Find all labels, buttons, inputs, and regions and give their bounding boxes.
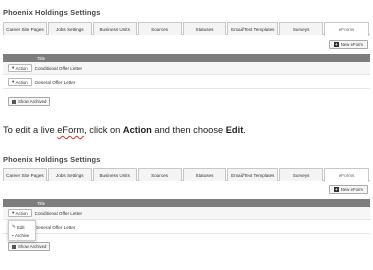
plus-icon: + (333, 42, 339, 47)
tab-eforms[interactable]: eForms (324, 168, 369, 182)
instruction-prefix: To edit a live (3, 125, 58, 135)
tab-business-units[interactable]: Business Units (92, 168, 137, 181)
menu-item-edit[interactable]: ✎ Edit (12, 223, 32, 231)
tab-business-units[interactable]: Business Units (92, 22, 137, 35)
instruction-and-then: and then choose (151, 125, 226, 135)
row-title: General Offer Letter (34, 224, 76, 230)
action-button[interactable]: ▾ Action (8, 64, 32, 72)
action-label: Action (15, 65, 28, 71)
new-eform-button[interactable]: + New eForm (328, 40, 368, 49)
row-title: Conditional Offer Letter (34, 65, 83, 71)
show-archived-label: Show Archived (18, 244, 47, 249)
archive-icon (12, 244, 16, 249)
instruction-end: . (243, 125, 246, 135)
chevron-down-icon: ▾ (12, 210, 15, 215)
chevron-down-icon: ▾ (12, 79, 15, 84)
archive-icon (12, 99, 16, 104)
table-row: ▾ Action Conditional Offer Letter (3, 207, 370, 220)
table-row: ▾ Action General Offer Letter (3, 221, 370, 234)
action-button[interactable]: ▾ Action (8, 209, 32, 217)
row-title: General Offer Letter (34, 79, 76, 85)
instruction-text: To edit a live eForm, click on Action an… (3, 125, 371, 135)
chevron-down-icon: ▾ (12, 65, 15, 70)
tab-jobs-settings[interactable]: Jobs Settings (47, 168, 92, 181)
settings-tabs: Career Site Pages Jobs Settings Business… (3, 168, 370, 182)
action-dropdown-menu: ✎ Edit ▪ Archive (8, 220, 36, 241)
table-row: ▾ Action Conditional Offer Letter (3, 62, 370, 75)
tab-career-site-pages[interactable]: Career Site Pages (3, 168, 47, 181)
instruction-eform-word: eForm (57, 125, 85, 135)
new-eform-button[interactable]: + New eForm (328, 185, 368, 194)
instruction-middle: , click on (84, 125, 123, 135)
tab-eforms[interactable]: eForms (324, 22, 369, 36)
instruction-action-word: Action (122, 125, 152, 135)
table-header: Title (3, 54, 370, 62)
instruction-edit-word: Edit (225, 125, 244, 135)
action-label: Action (15, 210, 28, 216)
show-archived-button[interactable]: Show Archived (8, 97, 51, 106)
show-archived-label: Show Archived (18, 99, 47, 104)
tab-jobs-settings[interactable]: Jobs Settings (47, 22, 92, 35)
tab-career-site-pages[interactable]: Career Site Pages (3, 22, 47, 35)
show-archived-button[interactable]: Show Archived (8, 242, 51, 251)
tab-email-text-templates[interactable]: Email/Text Templates (227, 168, 279, 181)
menu-item-label: Edit (17, 224, 25, 230)
menu-item-archive[interactable]: ▪ Archive (12, 231, 32, 239)
action-button[interactable]: ▾ Action (8, 78, 32, 86)
tab-statuses[interactable]: Statuses (182, 168, 227, 181)
tab-surveys[interactable]: Surveys (279, 168, 324, 181)
settings-panel-after: Phoenix Holdings Settings Career Site Pa… (0, 150, 373, 270)
new-eform-label: New eForm (340, 187, 363, 192)
page-title: Phoenix Holdings Settings (3, 155, 101, 164)
settings-panel-before: Phoenix Holdings Settings Career Site Pa… (0, 0, 373, 116)
tab-email-text-templates[interactable]: Email/Text Templates (227, 22, 279, 35)
column-header-title[interactable]: Title (37, 201, 45, 206)
tab-statuses[interactable]: Statuses (182, 22, 227, 35)
archive-icon: ▪ (12, 232, 14, 238)
plus-icon: + (333, 187, 339, 192)
settings-tabs: Career Site Pages Jobs Settings Business… (3, 22, 370, 36)
menu-item-label: Archive (15, 232, 30, 238)
row-title: Conditional Offer Letter (34, 210, 83, 216)
tab-sources[interactable]: Sources (137, 168, 182, 181)
new-eform-label: New eForm (340, 42, 363, 47)
table-header: Title (3, 199, 370, 207)
table-row: ▾ Action General Offer Letter (3, 76, 370, 89)
page-title: Phoenix Holdings Settings (3, 8, 101, 17)
tab-surveys[interactable]: Surveys (279, 22, 324, 35)
pencil-icon: ✎ (12, 224, 16, 229)
tab-sources[interactable]: Sources (137, 22, 182, 35)
column-header-title[interactable]: Title (37, 56, 45, 61)
action-label: Action (15, 79, 28, 85)
